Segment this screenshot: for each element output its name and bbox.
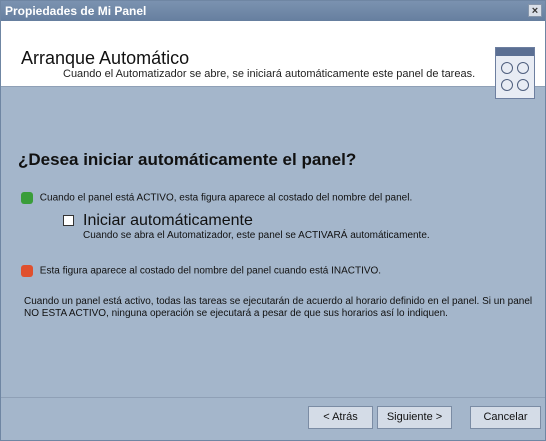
header-title: Arranque Automático <box>21 48 190 68</box>
window-title: Propiedades de Mi Panel <box>5 4 147 18</box>
dialog-window: Propiedades de Mi Panel × Arranque Autom… <box>0 0 546 441</box>
clock-panel-icon <box>495 47 535 99</box>
inactive-legend-text: Esta figura aparece al costado del nombr… <box>39 265 382 277</box>
cancel-button[interactable]: Cancelar <box>470 406 541 429</box>
close-button[interactable]: × <box>528 4 542 17</box>
autostart-checkbox[interactable] <box>63 215 74 226</box>
autostart-label[interactable]: Iniciar automáticamente <box>83 212 253 230</box>
inactive-panel-icon <box>21 265 33 277</box>
header-subtitle: Cuando el Automatizador se abre, se inic… <box>63 68 476 80</box>
active-legend-text: Cuando el panel está ACTIVO, esta figura… <box>39 192 413 204</box>
question-heading: ¿Desea iniciar automáticamente el panel? <box>18 150 357 169</box>
next-button[interactable]: Siguiente > <box>377 406 452 429</box>
back-button[interactable]: < Atrás <box>308 406 373 429</box>
active-legend: Cuando el panel está ACTIVO, esta figura… <box>21 192 412 204</box>
title-bar[interactable]: Propiedades de Mi Panel × <box>1 1 545 21</box>
autostart-description: Cuando se abra el Automatizador, este pa… <box>83 230 430 241</box>
info-note: Cuando un panel está activo, todas las t… <box>24 296 533 319</box>
footer-separator <box>1 397 545 398</box>
inactive-legend: Esta figura aparece al costado del nombr… <box>21 265 381 277</box>
active-panel-icon <box>21 192 33 204</box>
wizard-header: Arranque Automático Cuando el Automatiza… <box>1 21 545 99</box>
